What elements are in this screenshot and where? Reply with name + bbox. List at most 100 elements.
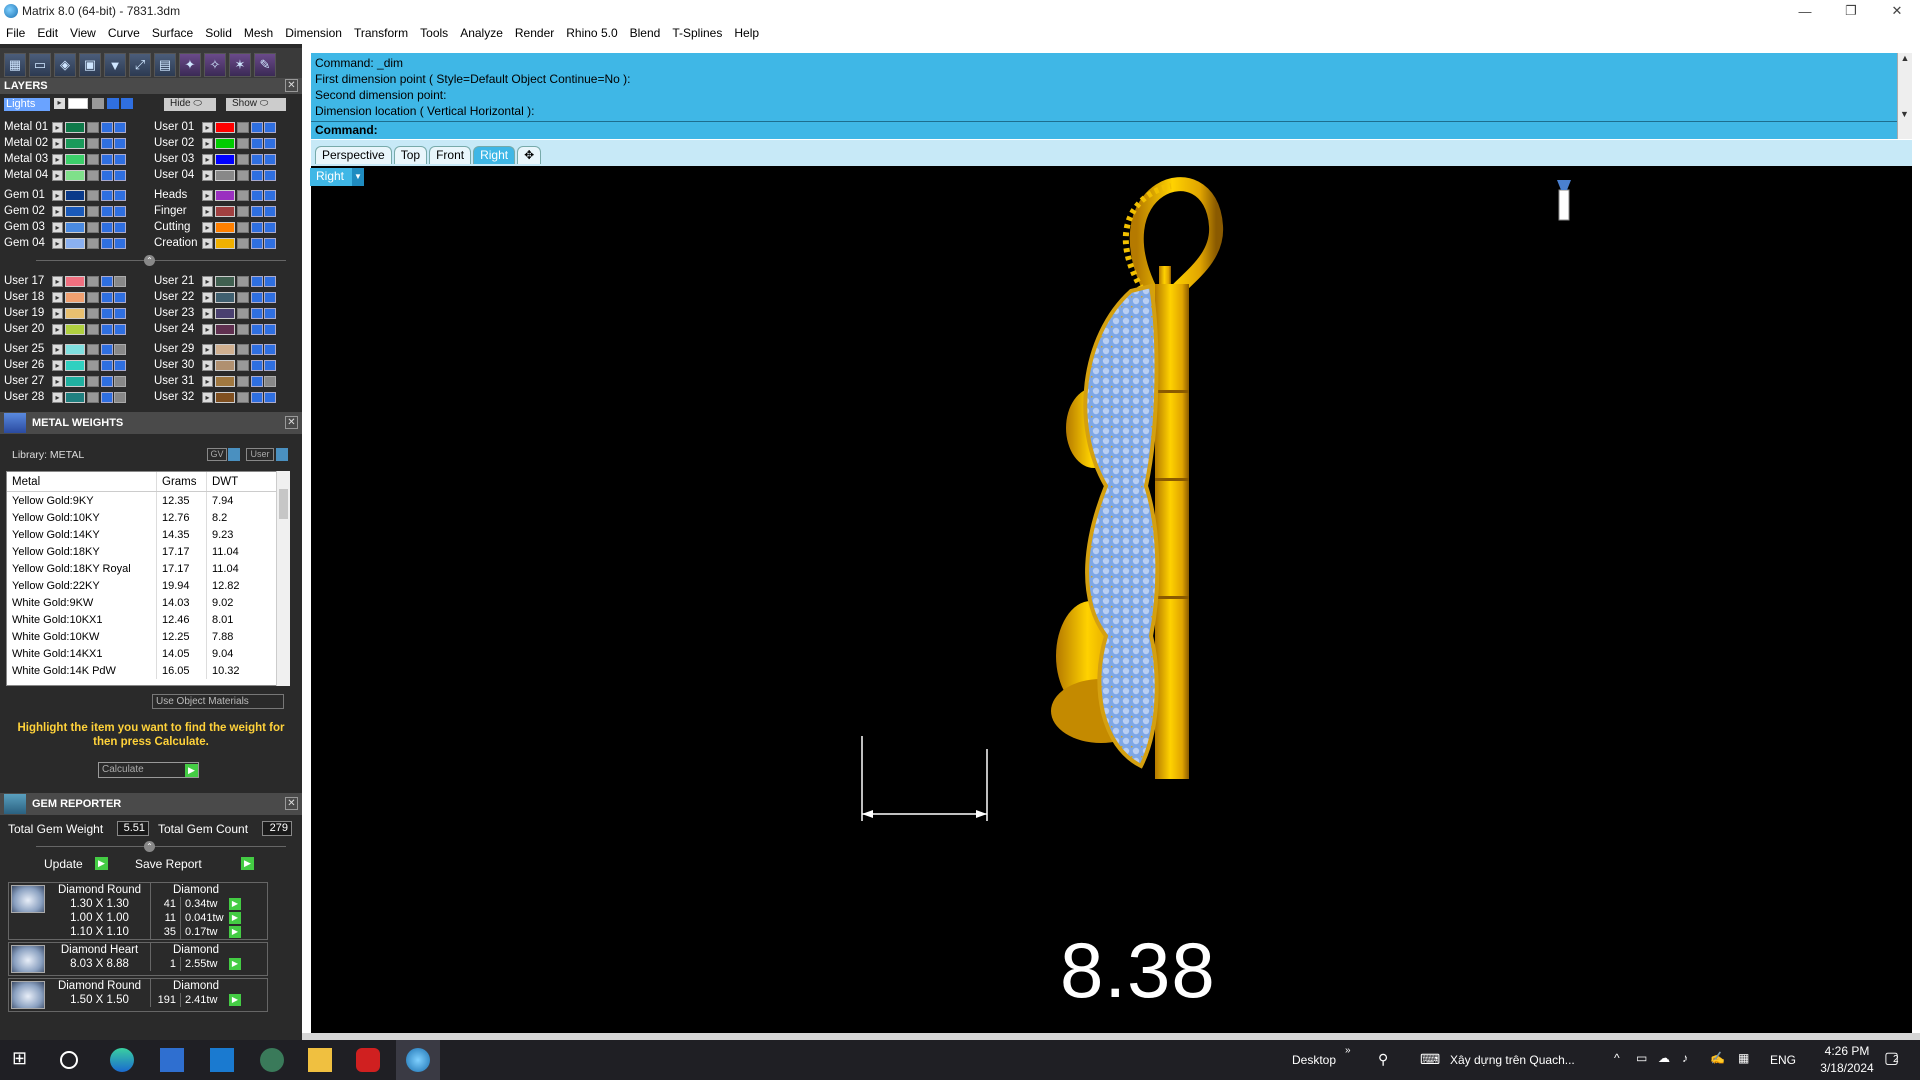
menu-blend[interactable]: Blend bbox=[630, 26, 661, 40]
layer-on-icon[interactable] bbox=[251, 153, 263, 165]
layer-name[interactable]: Metal 03 bbox=[0, 153, 52, 165]
layer-on-icon[interactable] bbox=[101, 137, 113, 149]
menu-transform[interactable]: Transform bbox=[354, 26, 408, 40]
layer-color-swatch[interactable] bbox=[215, 343, 235, 355]
layer-name[interactable]: User 24 bbox=[150, 323, 202, 335]
volume-icon[interactable]: ♪ bbox=[1682, 1051, 1688, 1065]
layer-visible-icon[interactable] bbox=[264, 137, 276, 149]
layer-name[interactable]: User 32 bbox=[150, 391, 202, 403]
people-icon[interactable]: ⚲ bbox=[1378, 1051, 1388, 1068]
layer-arrow-icon[interactable]: ▸ bbox=[202, 205, 213, 217]
layer-row[interactable]: User 22 ▸ bbox=[150, 290, 276, 304]
menu-curve[interactable]: Curve bbox=[108, 26, 140, 40]
lock-icon[interactable] bbox=[237, 153, 249, 165]
layer-visible-icon[interactable] bbox=[114, 205, 126, 217]
desktop-toolbar[interactable]: Desktop bbox=[1292, 1053, 1336, 1067]
layer-on-icon[interactable] bbox=[251, 121, 263, 133]
layer-arrow-icon[interactable]: ▸ bbox=[52, 137, 63, 149]
layer-name[interactable]: Metal 04 bbox=[0, 169, 52, 181]
layer-visible-icon[interactable] bbox=[264, 291, 276, 303]
layer-on-icon[interactable] bbox=[251, 189, 263, 201]
lock-icon[interactable] bbox=[87, 359, 99, 371]
layer-on-icon[interactable] bbox=[101, 189, 113, 201]
layer-color-swatch[interactable] bbox=[215, 221, 235, 233]
save-report-go-icon[interactable]: ▶ bbox=[241, 857, 254, 870]
layer-on-icon[interactable] bbox=[251, 221, 263, 233]
lock-icon[interactable] bbox=[87, 205, 99, 217]
layer-on-icon[interactable] bbox=[101, 169, 113, 181]
layer-color-swatch[interactable] bbox=[215, 307, 235, 319]
scroll-up-icon[interactable]: ▲ bbox=[1898, 53, 1912, 63]
chevron-icon[interactable]: » bbox=[1345, 1045, 1351, 1056]
lock-icon[interactable] bbox=[87, 237, 99, 249]
layer-arrow-icon[interactable]: ▸ bbox=[202, 137, 213, 149]
layer-on-icon[interactable] bbox=[101, 237, 113, 249]
layer-on-icon[interactable] bbox=[101, 307, 113, 319]
layer-row[interactable]: User 31 ▸ bbox=[150, 374, 276, 388]
sparkle-icon[interactable]: ✧ bbox=[204, 53, 226, 77]
layer-name[interactable]: Metal 02 bbox=[0, 137, 52, 149]
lock-icon[interactable] bbox=[87, 153, 99, 165]
windows-start-icon[interactable]: ⊞ bbox=[12, 1048, 36, 1072]
layer-visible-icon[interactable] bbox=[264, 189, 276, 201]
lock-icon[interactable] bbox=[87, 221, 99, 233]
layer-row[interactable]: User 26 ▸ bbox=[0, 358, 126, 372]
command-scrollbar[interactable]: ▲ ▼ bbox=[1897, 53, 1912, 139]
layer-name[interactable]: User 28 bbox=[0, 391, 52, 403]
layer-arrow-icon[interactable]: ▸ bbox=[52, 237, 63, 249]
taskbar-app-title[interactable]: Xây dựng trên Quach... bbox=[1450, 1053, 1575, 1067]
table-row[interactable]: Yellow Gold:14KY 14.35 9.23 bbox=[7, 526, 285, 543]
matrix-icon[interactable] bbox=[406, 1048, 430, 1072]
layer-arrow-icon[interactable]: ▸ bbox=[52, 375, 63, 387]
network-icon[interactable]: ▭ bbox=[1636, 1051, 1647, 1065]
layer-arrow-icon[interactable]: ▸ bbox=[52, 343, 63, 355]
layer-row[interactable]: User 30 ▸ bbox=[150, 358, 276, 372]
select-icon[interactable]: ⤢ bbox=[129, 53, 151, 77]
layout-icon[interactable]: ▤ bbox=[154, 53, 176, 77]
layer-arrow-icon[interactable]: ▸ bbox=[202, 153, 213, 165]
table-row[interactable]: Yellow Gold:18KY 17.17 11.04 bbox=[7, 543, 285, 560]
lights-color-swatch[interactable] bbox=[68, 98, 88, 109]
layer-row[interactable]: Metal 03 ▸ bbox=[0, 152, 126, 166]
menu-mesh[interactable]: Mesh bbox=[244, 26, 273, 40]
lock-icon[interactable] bbox=[87, 343, 99, 355]
layer-name[interactable]: User 03 bbox=[150, 153, 202, 165]
menu-help[interactable]: Help bbox=[734, 26, 759, 40]
layer-name[interactable]: User 31 bbox=[150, 375, 202, 387]
layer-row[interactable]: Finger ▸ bbox=[150, 204, 276, 218]
layer-on-icon[interactable] bbox=[251, 205, 263, 217]
close-icon[interactable]: ✕ bbox=[285, 797, 298, 810]
layer-visible-icon[interactable] bbox=[264, 169, 276, 181]
lock-icon[interactable] bbox=[237, 323, 249, 335]
layer-on-icon[interactable] bbox=[101, 375, 113, 387]
rhino-icon[interactable] bbox=[356, 1048, 380, 1072]
layer-arrow-icon[interactable]: ▸ bbox=[202, 121, 213, 133]
lock-icon[interactable] bbox=[237, 121, 249, 133]
command-input[interactable]: Command: bbox=[311, 121, 1897, 139]
layer-arrow-icon[interactable]: ▸ bbox=[52, 307, 63, 319]
layer-visible-icon[interactable] bbox=[114, 343, 126, 355]
layer-name[interactable]: User 21 bbox=[150, 275, 202, 287]
menu-view[interactable]: View bbox=[70, 26, 96, 40]
layer-visible-icon[interactable] bbox=[114, 169, 126, 181]
layer-name[interactable]: User 01 bbox=[150, 121, 202, 133]
select-gem-icon[interactable]: ▶ bbox=[229, 912, 241, 924]
lock-icon[interactable] bbox=[237, 343, 249, 355]
layer-on-icon[interactable] bbox=[251, 237, 263, 249]
lock-icon[interactable] bbox=[237, 205, 249, 217]
lock-icon[interactable] bbox=[87, 307, 99, 319]
layer-visible-icon[interactable] bbox=[264, 375, 276, 387]
lock-icon[interactable] bbox=[87, 375, 99, 387]
menu-tools[interactable]: Tools bbox=[420, 26, 448, 40]
layer-arrow-icon[interactable]: ▸ bbox=[52, 391, 63, 403]
layer-visible-icon[interactable] bbox=[114, 221, 126, 233]
gem-row[interactable]: 1.10 X 1.10 35 0.17tw ▶ bbox=[49, 925, 267, 939]
layer-row[interactable]: User 25 ▸ bbox=[0, 342, 126, 356]
viewport-label-button[interactable]: Right ▼ bbox=[310, 168, 364, 186]
layer-arrow-icon[interactable]: ▸ bbox=[52, 189, 63, 201]
layer-visible-icon[interactable] bbox=[114, 391, 126, 403]
save-report-button[interactable]: Save Report bbox=[135, 856, 202, 872]
layer-arrow-icon[interactable]: ▸ bbox=[52, 275, 63, 287]
menu-dimension[interactable]: Dimension bbox=[285, 26, 342, 40]
layer-arrow-icon[interactable]: ▸ bbox=[52, 359, 63, 371]
